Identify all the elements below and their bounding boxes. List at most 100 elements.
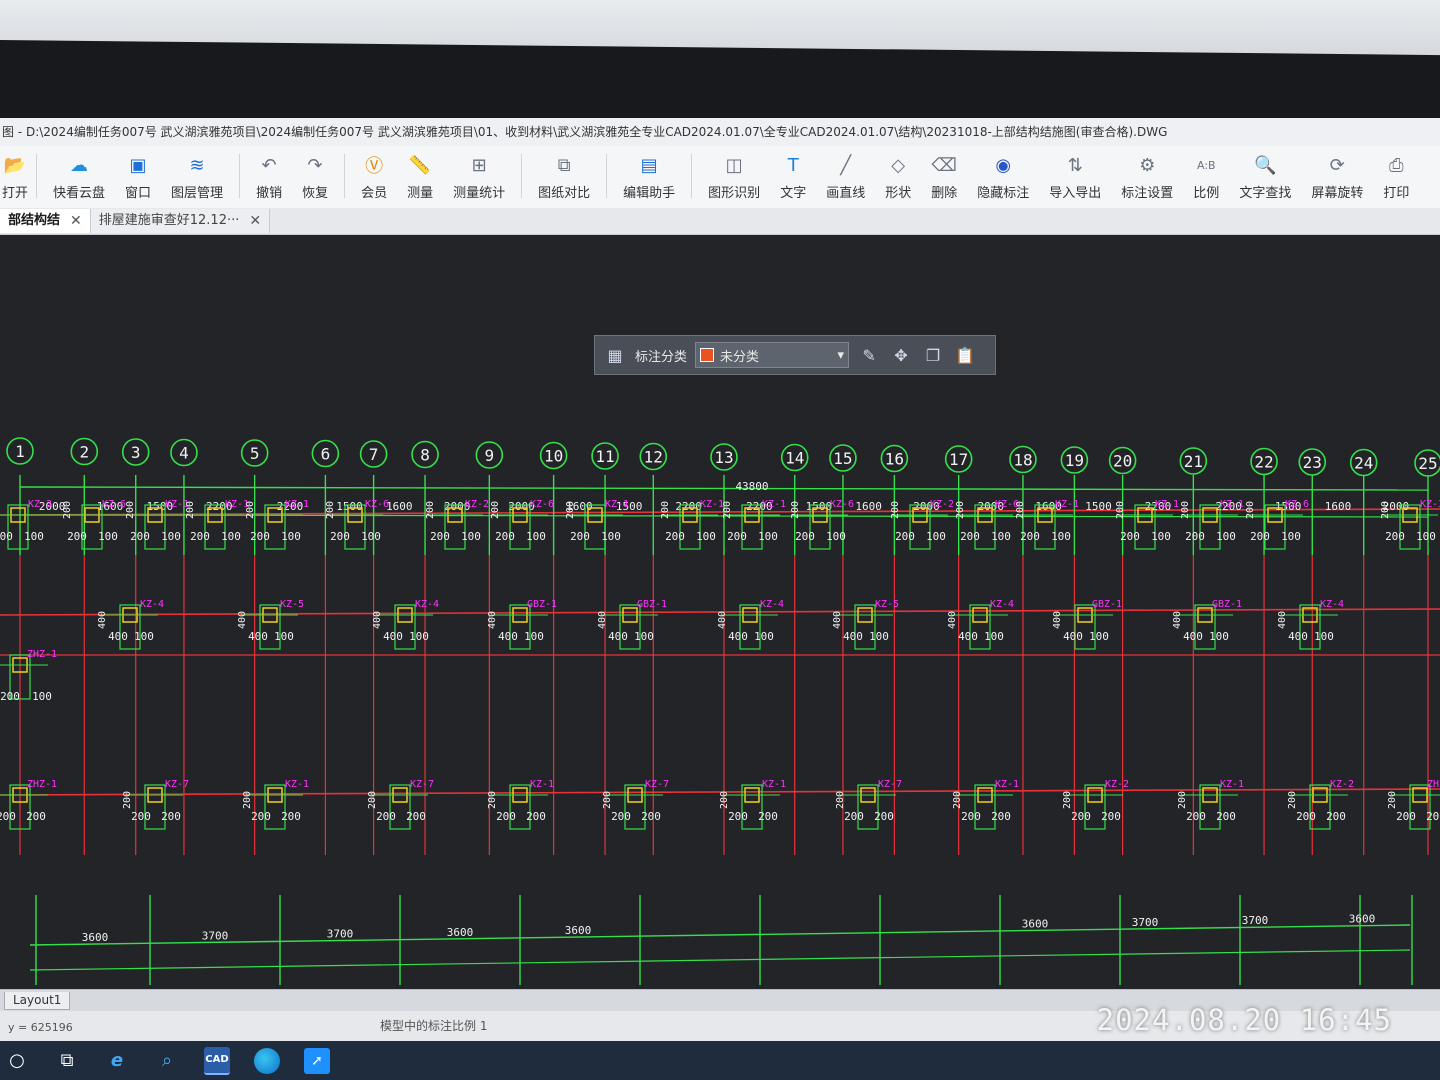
ie-icon[interactable]: e bbox=[104, 1048, 130, 1074]
shape-recognize-icon: ◫ bbox=[725, 154, 743, 176]
column-dimension-text: 200 bbox=[1015, 501, 1026, 519]
column-dimension-text: 100 bbox=[758, 530, 778, 543]
column-label: KZ-6 bbox=[530, 499, 554, 510]
search-icon[interactable]: ○ bbox=[4, 1048, 30, 1074]
drawing-canvas[interactable]: 43800 2000 1600 1500 2200 2200 1500 1600 2000 200… bbox=[0, 235, 1440, 989]
bottom-dimension-line bbox=[29, 924, 1411, 946]
annotation-category-select[interactable]: 未分类 ▾ bbox=[695, 342, 850, 368]
column-label: KZ-7 bbox=[645, 779, 669, 790]
toolbar-button-annotation-settings[interactable]: ⚙ 标注设置 bbox=[1111, 146, 1183, 208]
toolbar-separator bbox=[239, 154, 241, 198]
toolbar-label: 测量 bbox=[407, 186, 434, 201]
eraser-icon: ⌫ bbox=[931, 154, 957, 176]
toolbar-button-vip[interactable]: Ⓥ 会员 bbox=[351, 146, 397, 208]
column-dimension-text: 400 bbox=[372, 611, 383, 629]
toolbar-label: 形状 bbox=[885, 186, 912, 201]
tab-structure-drawing[interactable]: 部结构结 ✕ bbox=[0, 209, 91, 233]
column-dimension-text: 100 bbox=[1216, 530, 1236, 543]
toolbar-button-rotate-screen[interactable]: ⟳ 屏幕旋转 bbox=[1301, 146, 1373, 208]
axis-number: 4 bbox=[179, 444, 189, 463]
paste-icon[interactable]: 📋 bbox=[953, 343, 977, 367]
edit-icon[interactable]: ✎ bbox=[857, 343, 881, 367]
move-icon[interactable]: ✥ bbox=[889, 343, 913, 367]
column-label: KZ-6 bbox=[830, 499, 854, 510]
toolbar-button-shape[interactable]: ◇ 形状 bbox=[875, 146, 921, 208]
toolbar-button-scale[interactable]: A:B 比例 bbox=[1183, 146, 1229, 208]
edge-icon[interactable] bbox=[254, 1047, 280, 1074]
toolbar-button-text[interactable]: T 文字 bbox=[770, 146, 816, 208]
tab-row-house-drawing[interactable]: 排屋建施审查好12.12··· ✕ bbox=[90, 209, 271, 233]
toolbar-button-window[interactable]: ▣ 窗口 bbox=[115, 146, 161, 208]
column-dimension-text: 100 bbox=[524, 630, 544, 643]
toolbar-button-eraser[interactable]: ⌫ 删除 bbox=[921, 146, 967, 208]
toolbar-button-folder[interactable]: 📂 打开 bbox=[0, 146, 30, 208]
toolbar-button-redo[interactable]: ↷ 恢复 bbox=[292, 146, 338, 208]
column-label: KZ-7 bbox=[165, 779, 189, 790]
toolbar-button-line[interactable]: ╱ 画直线 bbox=[816, 146, 875, 208]
column-label: KZ-1 bbox=[285, 499, 309, 510]
toolbar-button-edit-assistant[interactable]: ▤ 编辑助手 bbox=[613, 146, 685, 208]
ruler-icon: 📏 bbox=[408, 154, 432, 176]
column-dimension-text: 200 bbox=[496, 810, 516, 823]
column-dimension-text: 200 bbox=[161, 810, 181, 823]
column-dimension-text: 400 bbox=[843, 630, 863, 643]
chevron-down-icon: ▾ bbox=[837, 347, 845, 363]
toolbar-button-hide[interactable]: ◉ 隐藏标注 bbox=[967, 146, 1039, 208]
bottom-dimension-line bbox=[29, 949, 1411, 971]
toolbar-label: 图纸对比 bbox=[538, 186, 591, 201]
toolbar-button-undo[interactable]: ↶ 撤销 bbox=[246, 146, 292, 208]
column-dimension-text: 200 bbox=[281, 810, 301, 823]
column-dimension-text: 100 bbox=[991, 530, 1011, 543]
segment-dimension-text: 1500 bbox=[336, 500, 363, 513]
column-dimension-text: 200 bbox=[406, 810, 426, 823]
toolbar-label: 打印 bbox=[1383, 186, 1410, 201]
magnifier-icon[interactable]: ⌕ bbox=[154, 1048, 180, 1074]
total-dimension-text: 43800 bbox=[735, 480, 768, 493]
toolbar-button-print[interactable]: ⎙ 打印 bbox=[1373, 146, 1419, 208]
column-dimension-text: 200 bbox=[961, 810, 981, 823]
toolbar-label: 文字查找 bbox=[1239, 186, 1292, 201]
column-dimension-text: 200 bbox=[722, 501, 733, 519]
grid-icon[interactable]: ▦ bbox=[603, 343, 627, 367]
axis-number: 23 bbox=[1303, 453, 1322, 472]
copy-icon[interactable]: ❐ bbox=[921, 343, 945, 367]
toolbar-label: 删除 bbox=[931, 186, 958, 201]
column-dimension-text: 200 bbox=[874, 810, 894, 823]
toolbar-button-measure-stats[interactable]: ⊞ 测量统计 bbox=[443, 146, 515, 208]
layout-tab[interactable]: Layout1 bbox=[4, 992, 71, 1010]
app-icon[interactable]: ➚ bbox=[304, 1047, 330, 1074]
column-dimension-text: 200 bbox=[795, 530, 815, 543]
column-label: GBZ-1 bbox=[1092, 599, 1122, 610]
column-dimension-text: 200 bbox=[1120, 530, 1140, 543]
toolbar-button-shape-recognize[interactable]: ◫ 图形识别 bbox=[698, 146, 770, 208]
column-dimension-text: 200 bbox=[0, 530, 13, 543]
column-dimension-text: 100 bbox=[409, 630, 429, 643]
column-dimension-text: 200 bbox=[727, 530, 747, 543]
toolbar-button-ruler[interactable]: 📏 测量 bbox=[397, 146, 443, 208]
toolbar-button-layers[interactable]: ≋ 图层管理 bbox=[161, 146, 233, 208]
column-label: KZ-1 bbox=[995, 779, 1019, 790]
close-icon[interactable]: ✕ bbox=[70, 209, 82, 233]
column-dimension-text: 100 bbox=[221, 530, 241, 543]
column-dimension-text: 200 bbox=[665, 530, 685, 543]
column-dimension-text: 200 bbox=[367, 791, 378, 809]
column-dimension-text: 100 bbox=[1151, 530, 1171, 543]
column-dimension-text: 100 bbox=[361, 530, 381, 543]
column-dimension-text: 200 bbox=[190, 530, 210, 543]
toolbar-button-import-export[interactable]: ⇅ 导入导出 bbox=[1039, 146, 1111, 208]
toolbar-button-text-search[interactable]: 🔍 文字查找 bbox=[1229, 146, 1301, 208]
column-dimension-text: 400 bbox=[498, 630, 518, 643]
close-icon[interactable]: ✕ bbox=[249, 209, 261, 233]
axis-number: 21 bbox=[1184, 452, 1203, 471]
column-dimension-text: 200 bbox=[1071, 810, 1091, 823]
task-view-icon[interactable]: ⧉ bbox=[54, 1048, 80, 1074]
toolbar-button-compare[interactable]: ⧉ 图纸对比 bbox=[528, 146, 600, 208]
cad-app-icon[interactable]: CAD bbox=[204, 1046, 230, 1075]
toolbar-button-cloud[interactable]: ☁ 快看云盘 bbox=[43, 146, 115, 208]
column-dimension-text: 200 bbox=[1115, 501, 1126, 519]
main-toolbar: 📂 打开 ☁ 快看云盘 ▣ 窗口 ≋ 图层管理 ↶ 撤销 ↷ 恢复 Ⓥ 会员 📏 测量 ⊞ 测量统计 ⧉ 图纸对比 ▤ 编… bbox=[0, 146, 1440, 209]
toolbar-label: 会员 bbox=[361, 186, 388, 201]
column-dimension-text: 100 bbox=[32, 690, 52, 703]
column-dimension-text: 400 bbox=[108, 630, 128, 643]
column-dimension-text: 200 bbox=[602, 791, 613, 809]
